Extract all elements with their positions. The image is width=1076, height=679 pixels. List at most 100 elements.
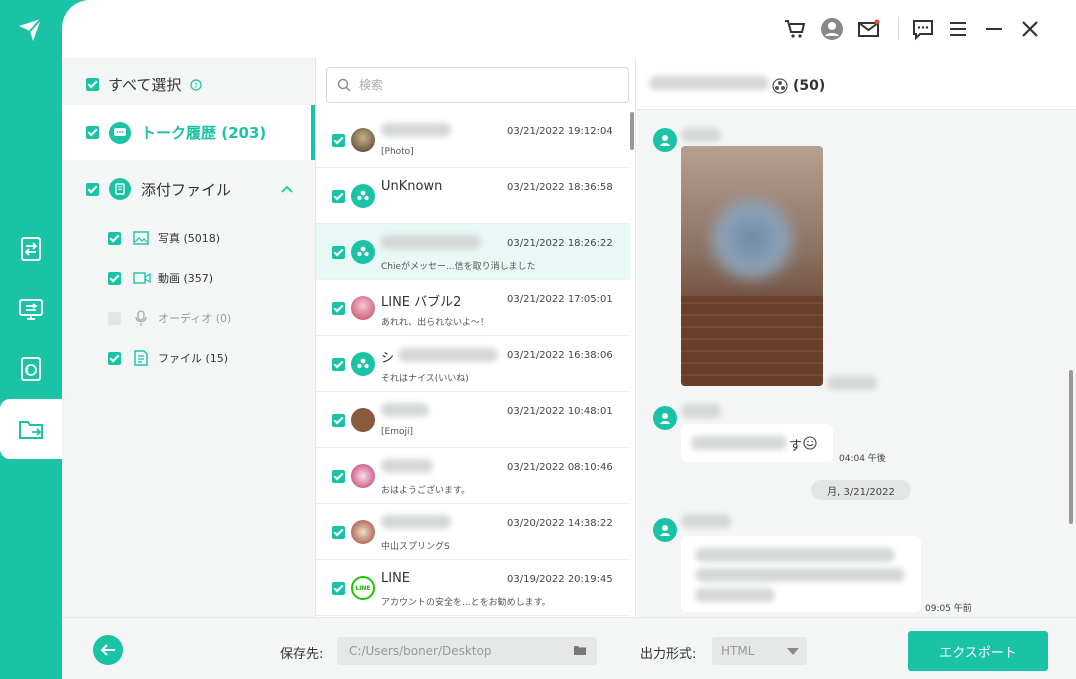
footer-bar: 保存先: C:/Users/boner/Desktop 出力形式: HTML エ… xyxy=(62,617,1076,679)
sender-avatar-icon xyxy=(653,128,677,152)
back-button[interactable] xyxy=(93,635,123,665)
conversation-row[interactable]: 03/20/2022 14:38:22 中山スプリングS xyxy=(316,504,630,560)
videos-checkbox[interactable] xyxy=(108,271,121,285)
row-checkbox[interactable] xyxy=(332,134,345,147)
pc-transfer-icon xyxy=(19,299,43,320)
photos-checkbox[interactable] xyxy=(108,231,121,245)
sender-avatar-icon xyxy=(653,406,677,430)
conversation-row[interactable]: UnKnown 03/21/2022 18:36:58 xyxy=(316,168,630,224)
contact-name: LINE バブル2 xyxy=(381,295,462,310)
conversation-row[interactable]: 03/21/2022 08:10:46 おはようございます。 xyxy=(316,448,630,504)
message-preview: 中山スプリングS xyxy=(381,542,450,552)
row-checkbox[interactable] xyxy=(332,526,345,539)
category-attachments[interactable]: 添付ファイル xyxy=(62,178,315,200)
message-time: 03/19/2022 20:19:45 xyxy=(507,574,613,585)
message-preview: [Emoji] xyxy=(381,427,413,437)
message-time: 03/21/2022 17:05:01 xyxy=(507,294,613,305)
attachments-label: 添付ファイル xyxy=(141,180,232,199)
photos-label: 写真 (5018) xyxy=(158,232,221,245)
row-checkbox[interactable] xyxy=(332,246,345,259)
file-icon xyxy=(134,350,148,366)
account-icon[interactable] xyxy=(819,16,845,42)
chat-scrollbar[interactable] xyxy=(1069,370,1073,524)
sender-avatar-icon xyxy=(653,518,677,542)
group-avatar-icon xyxy=(351,352,375,376)
export-button[interactable]: エクスポート xyxy=(908,631,1048,671)
close-icon[interactable] xyxy=(1017,16,1043,42)
conversation-row[interactable]: LINE LINE 03/19/2022 20:19:45 アカウントの安全を.… xyxy=(316,560,630,616)
conversation-row[interactable]: LINE バブル2 03/21/2022 17:05:01 あれれ、出られないよ… xyxy=(316,280,630,336)
row-checkbox[interactable] xyxy=(332,302,345,315)
attachment-icon xyxy=(109,178,131,200)
search-icon xyxy=(337,78,351,92)
save-path-field[interactable]: C:/Users/boner/Desktop xyxy=(337,637,597,665)
main-window: すべて選択 ? トーク履歴 (203) 添付ファイル 写真 (5018) 動画 … xyxy=(62,0,1076,679)
chevron-up-icon[interactable] xyxy=(280,184,294,194)
files-label: ファイル (15) xyxy=(158,352,229,365)
folder-icon[interactable] xyxy=(573,644,587,656)
row-checkbox[interactable] xyxy=(332,470,345,483)
audio-checkbox[interactable] xyxy=(108,311,121,325)
smile-emoji-icon xyxy=(803,436,817,450)
message-preview: アカウントの安全を...とをお勧めします。 xyxy=(381,598,551,608)
photo-message[interactable] xyxy=(681,146,823,386)
contact-name xyxy=(381,235,481,253)
videos-label: 動画 (357) xyxy=(158,272,214,285)
message-time: 09:05 午前 xyxy=(925,604,972,614)
menu-icon[interactable] xyxy=(945,16,971,42)
microphone-icon xyxy=(135,310,147,326)
search-box[interactable] xyxy=(326,67,629,103)
category-talk-history[interactable]: トーク履歴 (203) xyxy=(62,105,315,160)
video-icon xyxy=(133,272,151,284)
attachments-checkbox[interactable] xyxy=(86,182,99,196)
message-time: 03/21/2022 19:12:04 xyxy=(507,126,613,137)
feedback-icon[interactable] xyxy=(910,16,936,42)
message-time: 03/21/2022 18:26:22 xyxy=(507,238,613,249)
device-transfer-icon xyxy=(21,237,41,261)
conversation-row[interactable]: 03/21/2022 18:26:22 Chieがメッセー...信を取り消しまし… xyxy=(316,224,630,280)
list-scrollbar[interactable] xyxy=(630,112,634,150)
row-checkbox[interactable] xyxy=(332,190,345,203)
select-all-row[interactable]: すべて選択 ? xyxy=(86,74,339,95)
nav-pc-transfer[interactable] xyxy=(0,279,62,339)
sender-name-redacted xyxy=(681,514,731,528)
text-message[interactable] xyxy=(681,536,921,612)
conversation-row[interactable]: 03/21/2022 10:48:01 [Emoji] xyxy=(316,392,630,448)
text-message[interactable]: す xyxy=(681,424,833,462)
cart-icon[interactable] xyxy=(782,16,808,42)
mail-icon[interactable] xyxy=(856,16,882,42)
message-time: 04:04 午後 xyxy=(839,454,886,464)
select-all-checkbox[interactable] xyxy=(86,78,99,91)
chevron-down-icon xyxy=(787,648,799,655)
row-checkbox[interactable] xyxy=(332,358,345,371)
toolbar-separator xyxy=(898,18,899,40)
row-checkbox[interactable] xyxy=(332,582,345,595)
app-logo-icon xyxy=(16,16,44,44)
message-time: 03/21/2022 16:38:06 xyxy=(507,350,613,361)
export-folder-icon xyxy=(19,421,43,439)
conversation-row[interactable]: シ 03/21/2022 16:38:06 それはナイス(いいね) xyxy=(316,336,630,392)
chat-title-redacted xyxy=(649,76,769,90)
line-logo-icon: LINE xyxy=(351,576,375,600)
contact-avatar xyxy=(351,408,375,432)
conversation-list: 03/21/2022 19:12:04 [Photo] UnKnown 03/2… xyxy=(315,58,636,617)
nav-restore[interactable] xyxy=(0,339,62,399)
contact-avatar xyxy=(351,128,375,152)
message-text: す xyxy=(789,439,803,454)
message-time: 03/21/2022 08:10:46 xyxy=(507,462,613,473)
output-format-label: 出力形式: xyxy=(640,647,697,662)
nav-device-transfer[interactable] xyxy=(0,219,62,279)
conversation-row[interactable]: 03/21/2022 19:12:04 [Photo] xyxy=(316,112,630,168)
talk-history-label: トーク履歴 (203) xyxy=(141,124,267,142)
minimize-icon[interactable] xyxy=(981,16,1007,42)
group-avatar-icon xyxy=(351,240,375,264)
row-checkbox[interactable] xyxy=(332,414,345,427)
search-input[interactable] xyxy=(359,78,609,92)
talk-history-checkbox[interactable] xyxy=(86,126,99,139)
output-format-select[interactable]: HTML xyxy=(712,637,807,665)
files-checkbox[interactable] xyxy=(108,351,121,365)
contact-avatar xyxy=(351,296,375,320)
contact-name: LINE xyxy=(381,571,411,586)
nav-export[interactable] xyxy=(0,399,62,459)
help-icon[interactable]: ? xyxy=(190,78,203,91)
